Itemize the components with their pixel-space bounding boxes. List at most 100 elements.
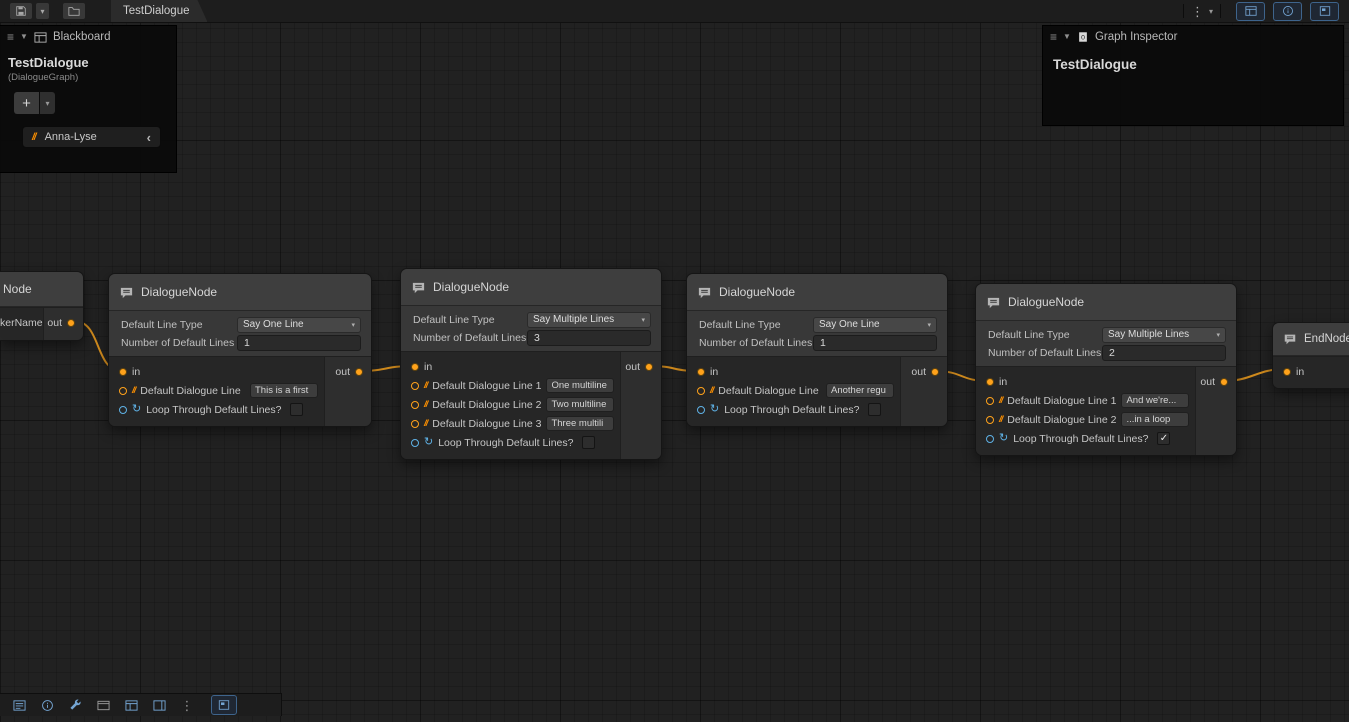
- tab-testdialogue[interactable]: TestDialogue: [111, 0, 207, 22]
- input-port[interactable]: [1283, 368, 1291, 376]
- blackboard-header[interactable]: ≡ ▼ Blackboard: [0, 26, 176, 48]
- more-options-button[interactable]: ⋮: [1191, 5, 1204, 18]
- window-icon: [97, 699, 110, 712]
- in-port-label: in: [132, 366, 140, 378]
- dialogue-line-field[interactable]: Two multiline: [546, 397, 614, 412]
- graph-inspector-header[interactable]: ≡ ▼ 0 Graph Inspector: [1043, 26, 1343, 48]
- input-port[interactable]: [119, 406, 127, 414]
- minimap-icon: [1319, 5, 1331, 17]
- preview-button[interactable]: [147, 696, 171, 714]
- dropdown-value: Say One Line: [243, 319, 304, 330]
- more-button[interactable]: ⋮: [175, 696, 199, 714]
- chevron-left-icon[interactable]: ‹: [147, 130, 151, 145]
- dialogue-node[interactable]: DialogueNode Default Line Type Say Multi…: [975, 283, 1237, 456]
- chevron-down-icon[interactable]: ▾: [1209, 7, 1213, 16]
- input-port[interactable]: [411, 420, 419, 428]
- save-dropdown-button[interactable]: ▾: [36, 3, 49, 19]
- dialogue-line-field[interactable]: ...in a loop: [1121, 412, 1189, 427]
- blackboard-button[interactable]: [119, 696, 143, 714]
- dialogue-node[interactable]: DialogueNode Default Line Type Say One L…: [686, 273, 948, 427]
- blackboard-property-row[interactable]: // Anna-Lyse ‹: [22, 126, 161, 148]
- collapse-icon[interactable]: ▼: [20, 33, 28, 41]
- speaker-node[interactable]: Node kerName out: [0, 271, 84, 341]
- add-property-button[interactable]: +: [14, 92, 39, 114]
- input-port[interactable]: [697, 387, 705, 395]
- bottom-toolbar: ⋮: [0, 693, 282, 716]
- input-port[interactable]: [986, 397, 994, 405]
- loop-icon: ↻: [132, 404, 141, 415]
- line-count-field[interactable]: 1: [237, 335, 361, 351]
- graph-name: TestDialogue: [8, 55, 176, 70]
- dialogue-line-label: Default Dialogue Line 1: [1007, 395, 1116, 407]
- dialogue-node[interactable]: DialogueNode Default Line Type Say One L…: [108, 273, 372, 427]
- node-title-bar[interactable]: DialogueNode: [401, 269, 661, 306]
- blackboard-toggle-button[interactable]: [1236, 2, 1265, 21]
- hamburger-icon[interactable]: ≡: [1050, 31, 1057, 43]
- node-title: EndNode: [1304, 333, 1349, 345]
- dialogue-line-field[interactable]: Three multili: [546, 416, 614, 431]
- input-port[interactable]: [986, 378, 994, 386]
- dialogue-line-field[interactable]: And we're...: [1121, 393, 1189, 408]
- line-type-label: Default Line Type: [988, 329, 1070, 341]
- tools-button[interactable]: [63, 696, 87, 714]
- dropdown-value: Say Multiple Lines: [1108, 329, 1189, 340]
- line-count-field[interactable]: 1: [813, 335, 937, 351]
- line-type-dropdown[interactable]: Say Multiple Lines ▾: [1102, 327, 1226, 343]
- chevron-down-icon: ▾: [641, 316, 645, 324]
- input-port[interactable]: [697, 406, 705, 414]
- line-type-dropdown[interactable]: Say Multiple Lines ▾: [527, 312, 651, 328]
- minimap-toggle-button[interactable]: [1310, 2, 1339, 21]
- output-port[interactable]: [355, 368, 363, 376]
- input-port[interactable]: [697, 368, 705, 376]
- output-port[interactable]: [67, 319, 75, 327]
- line-type-dropdown[interactable]: Say One Line ▾: [237, 317, 361, 333]
- node-title-bar[interactable]: DialogueNode: [109, 274, 371, 311]
- out-port-label: out: [335, 366, 350, 378]
- open-asset-button[interactable]: [63, 3, 85, 19]
- loop-checkbox[interactable]: [868, 403, 881, 416]
- output-port[interactable]: [931, 368, 939, 376]
- input-port[interactable]: [411, 439, 419, 447]
- output-port[interactable]: [1220, 378, 1228, 386]
- collapse-icon[interactable]: ▼: [1063, 33, 1071, 41]
- panel-title: Blackboard: [53, 31, 111, 43]
- input-port[interactable]: [986, 435, 994, 443]
- line-count-field[interactable]: 3: [527, 330, 651, 346]
- console-button[interactable]: [7, 696, 31, 714]
- node-title-bar[interactable]: Node: [0, 272, 83, 307]
- port-label: kerName: [0, 317, 43, 329]
- loop-label: Loop Through Default Lines?: [438, 437, 573, 449]
- input-port[interactable]: [119, 387, 127, 395]
- dialogue-line-field[interactable]: One multiline: [546, 378, 614, 393]
- loop-icon: ↻: [424, 437, 433, 448]
- input-port[interactable]: [411, 363, 419, 371]
- input-port[interactable]: [119, 368, 127, 376]
- input-port[interactable]: [411, 382, 419, 390]
- input-port[interactable]: [986, 416, 994, 424]
- dialogue-line-field[interactable]: Another regu: [826, 383, 894, 398]
- inspector-toggle-button[interactable]: [1273, 2, 1302, 21]
- dialogue-line-field[interactable]: This is a first: [250, 383, 318, 398]
- output-port[interactable]: [645, 363, 653, 371]
- node-title-bar[interactable]: EndNode: [1273, 323, 1349, 356]
- save-button[interactable]: [10, 3, 32, 19]
- minimap-button[interactable]: [211, 695, 237, 715]
- line-type-dropdown[interactable]: Say One Line ▾: [813, 317, 937, 333]
- hamburger-icon[interactable]: ≡: [7, 31, 14, 43]
- dialogue-node-icon: [986, 295, 1001, 310]
- inspector-button[interactable]: [35, 696, 59, 714]
- dialogue-node[interactable]: DialogueNode Default Line Type Say Multi…: [400, 268, 662, 460]
- loop-checkbox[interactable]: [290, 403, 303, 416]
- add-property-dropdown[interactable]: ▾: [40, 92, 55, 114]
- input-port[interactable]: [411, 401, 419, 409]
- loop-checkbox[interactable]: ✓: [1157, 432, 1170, 445]
- node-title-bar[interactable]: DialogueNode: [687, 274, 947, 311]
- line-count-field[interactable]: 2: [1102, 345, 1226, 361]
- window-button[interactable]: [91, 696, 115, 714]
- toolbar-separator: [1220, 4, 1221, 18]
- loop-checkbox[interactable]: [582, 436, 595, 449]
- end-node[interactable]: EndNode in: [1272, 322, 1349, 389]
- in-port-label: in: [1296, 366, 1304, 378]
- node-title-bar[interactable]: DialogueNode: [976, 284, 1236, 321]
- dialogue-line-label: Default Dialogue Line 3: [432, 418, 541, 430]
